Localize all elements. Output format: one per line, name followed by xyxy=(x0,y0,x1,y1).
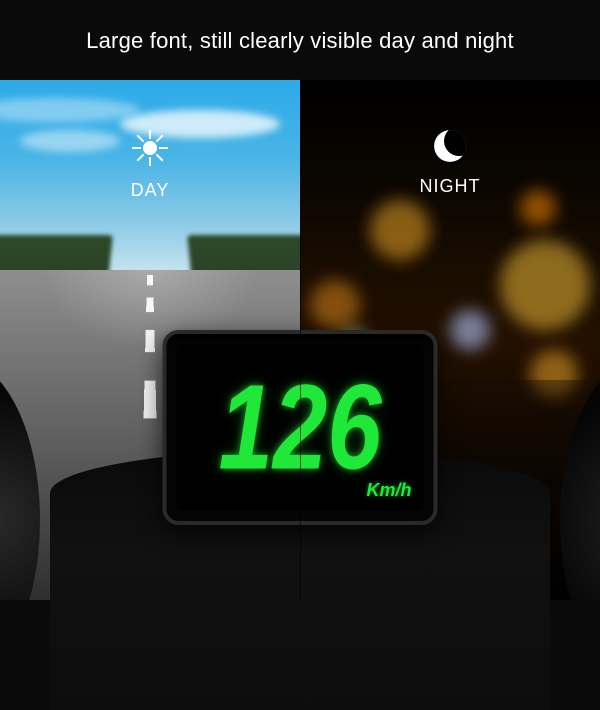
panel-divider xyxy=(300,80,301,600)
bokeh-light xyxy=(310,280,360,330)
day-label: DAY xyxy=(131,180,170,201)
headline-text: Large font, still clearly visible day an… xyxy=(0,28,600,54)
day-icon-zone: DAY xyxy=(0,130,300,201)
night-icon-zone: NIGHT xyxy=(300,130,600,197)
night-label: NIGHT xyxy=(420,176,481,197)
sun-icon xyxy=(132,130,168,166)
bokeh-light xyxy=(500,240,590,330)
bokeh-light xyxy=(370,200,430,260)
speed-unit: Km/h xyxy=(367,480,412,501)
moon-icon xyxy=(434,130,466,162)
